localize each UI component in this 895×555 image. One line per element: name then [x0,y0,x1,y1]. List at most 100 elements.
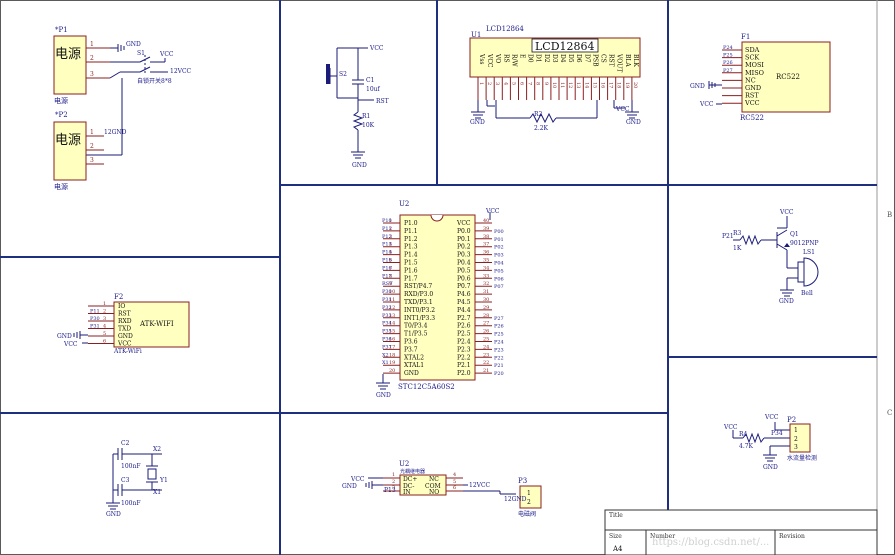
c3-ref: C3 [121,477,130,484]
revision-label: Revision [779,533,805,540]
u2-left-pin-net: P30 [382,289,392,295]
f2-pin-number: 6 [103,339,106,345]
u1-pin-label: VO [494,53,501,63]
u2-right-pin-number: 36 [483,250,489,256]
relay-pin-nc: NC [429,476,439,483]
u2-right-pin-label: P0.6 [457,275,471,282]
u2-right-pin-net: P26 [494,324,504,330]
p2b-ref: P2 [787,416,796,424]
u1-pin-number: 14 [583,82,589,88]
u2-left-pin-net: P31 [382,297,392,303]
u2-left-pin-label: P1.3 [404,244,418,251]
p2b-name: 水流量检测 [787,454,817,462]
u2-left-pin-label: INT0/P3.2 [404,307,435,314]
p1-ref: *P1 [55,26,68,34]
p2b-gnd: GND [763,464,778,471]
u2-left-pin-label: INT1/P3.3 [404,315,435,322]
p2b-body [789,423,811,453]
u1-pin-number: 16 [600,82,606,88]
r4-value: 4.7K [739,443,754,450]
f1-gnd: GND [690,83,705,90]
u2-right-pin-label: P4.4 [457,307,471,314]
u2-left-pin-net: P10 [382,218,392,224]
p2b-pin-1: 1 [794,427,798,434]
u2-right-pin-number: 34 [483,265,489,271]
u1-pin-number: 11 [559,82,565,88]
title-block: Title Size A4 Number Revision https://bl… [604,509,878,555]
u2-right-pin-net: P03 [494,253,504,259]
u1-vcc: VCC [615,106,630,113]
u2-right-pin-number: 33 [483,273,489,279]
p2-body [53,121,87,181]
u2-right-pin-number: 40 [483,218,489,224]
u2-right-pin-number: 29 [483,305,489,311]
relay-in-net: P13 [384,487,396,494]
u2-left-pin-label: P1.0 [404,220,418,227]
p2-pin-3: 3 [90,157,94,164]
u1-pin-label: VCC [486,53,493,68]
u1-pin-number: 5 [510,82,516,85]
p2b-net: P34 [771,430,783,437]
u1-pin-label: R/W [510,54,517,68]
u1-pin-number: 13 [575,82,581,88]
u2-right-pin-label: P0.3 [457,252,471,259]
f2-pin-number: 1 [103,301,106,307]
u2-left-pin-label: T0/P3.4 [404,323,428,330]
u1-pin-label: D5 [567,54,574,63]
u1-pin-label: RS [502,54,509,63]
p2-ref: *P2 [55,111,68,119]
u2-right-pin-net: P05 [494,268,504,274]
u1-pin-number: 3 [494,82,500,85]
u2-right-pin-net: P04 [494,261,504,267]
f1-ref: F1 [741,33,750,41]
p3-pin-1: 1 [527,490,531,497]
u2-left-pin-number: 18 [389,352,395,358]
u2-left-pin-net: P33 [382,313,392,319]
u2-ref: U2 [399,200,409,208]
u1-pin-number: 19 [624,82,630,88]
u2-right-pin-net: P07 [494,284,504,290]
u1-pin-label: D4 [559,54,566,63]
u2-right-pin-net: P02 [494,245,504,251]
c1-ref: C1 [366,77,374,84]
u2-right-pin-number: 39 [483,226,489,232]
f2-pin-number: 2 [103,309,106,315]
f1-title: RC522 [776,73,800,81]
r3-ref: R3 [733,230,742,237]
f2-pin-label: RXD [118,318,132,325]
s1-vcc-net: VCC [159,51,174,58]
p1-pin-2: 2 [90,55,94,62]
u2-right-pin-net: P25 [494,332,504,338]
u2-right-pin-label: P2.5 [457,331,471,338]
f2-pin-label: IO [118,303,125,310]
f1-pin-net: P26 [723,60,733,66]
u2-right-pin-number: 22 [483,360,489,366]
u2-left-pin-net: P13 [382,242,392,248]
u2-left-pin-net: RST [382,281,393,287]
crystal-gnd: GND [106,511,121,518]
u1-pin-label: PSB [591,54,598,67]
u2-right-pin-number: 37 [483,242,489,248]
u2-right-pin-label: P4.6 [457,291,471,298]
f2-gnd: GND [57,333,72,340]
u1-name: LCD12864 [486,25,524,33]
u1-pin-number: 20 [632,82,638,88]
r2-ref: R2 [534,111,543,118]
r1-value: 10K [362,122,375,129]
ls1-coil [797,261,805,283]
u1-pin-number: 15 [591,82,597,88]
s1-gnd-net: GND [126,41,141,48]
ls1-gnd: GND [779,298,794,305]
q1-name: 9012PNP [790,240,819,247]
schematic-sheet: B C *P1 电源 电源 1 2 3 GND S1 VCC 12VCC 自锁开… [0,0,895,555]
f1-vcc: VCC [699,101,714,108]
u2-right-pin-number: 24 [483,344,489,350]
u2-right-pin-number: 21 [483,368,489,374]
u2-right-pin-number: 30 [483,297,489,303]
u2-left-pin-number: 19 [389,360,395,366]
u2-left-pin-label: P1.2 [404,236,418,243]
f2-pin-number: 3 [103,316,106,322]
q1-ref: Q1 [790,231,799,238]
u2-left-pin-label: P1.5 [404,260,418,267]
s1-12gnd-net: 12GND [104,129,127,136]
